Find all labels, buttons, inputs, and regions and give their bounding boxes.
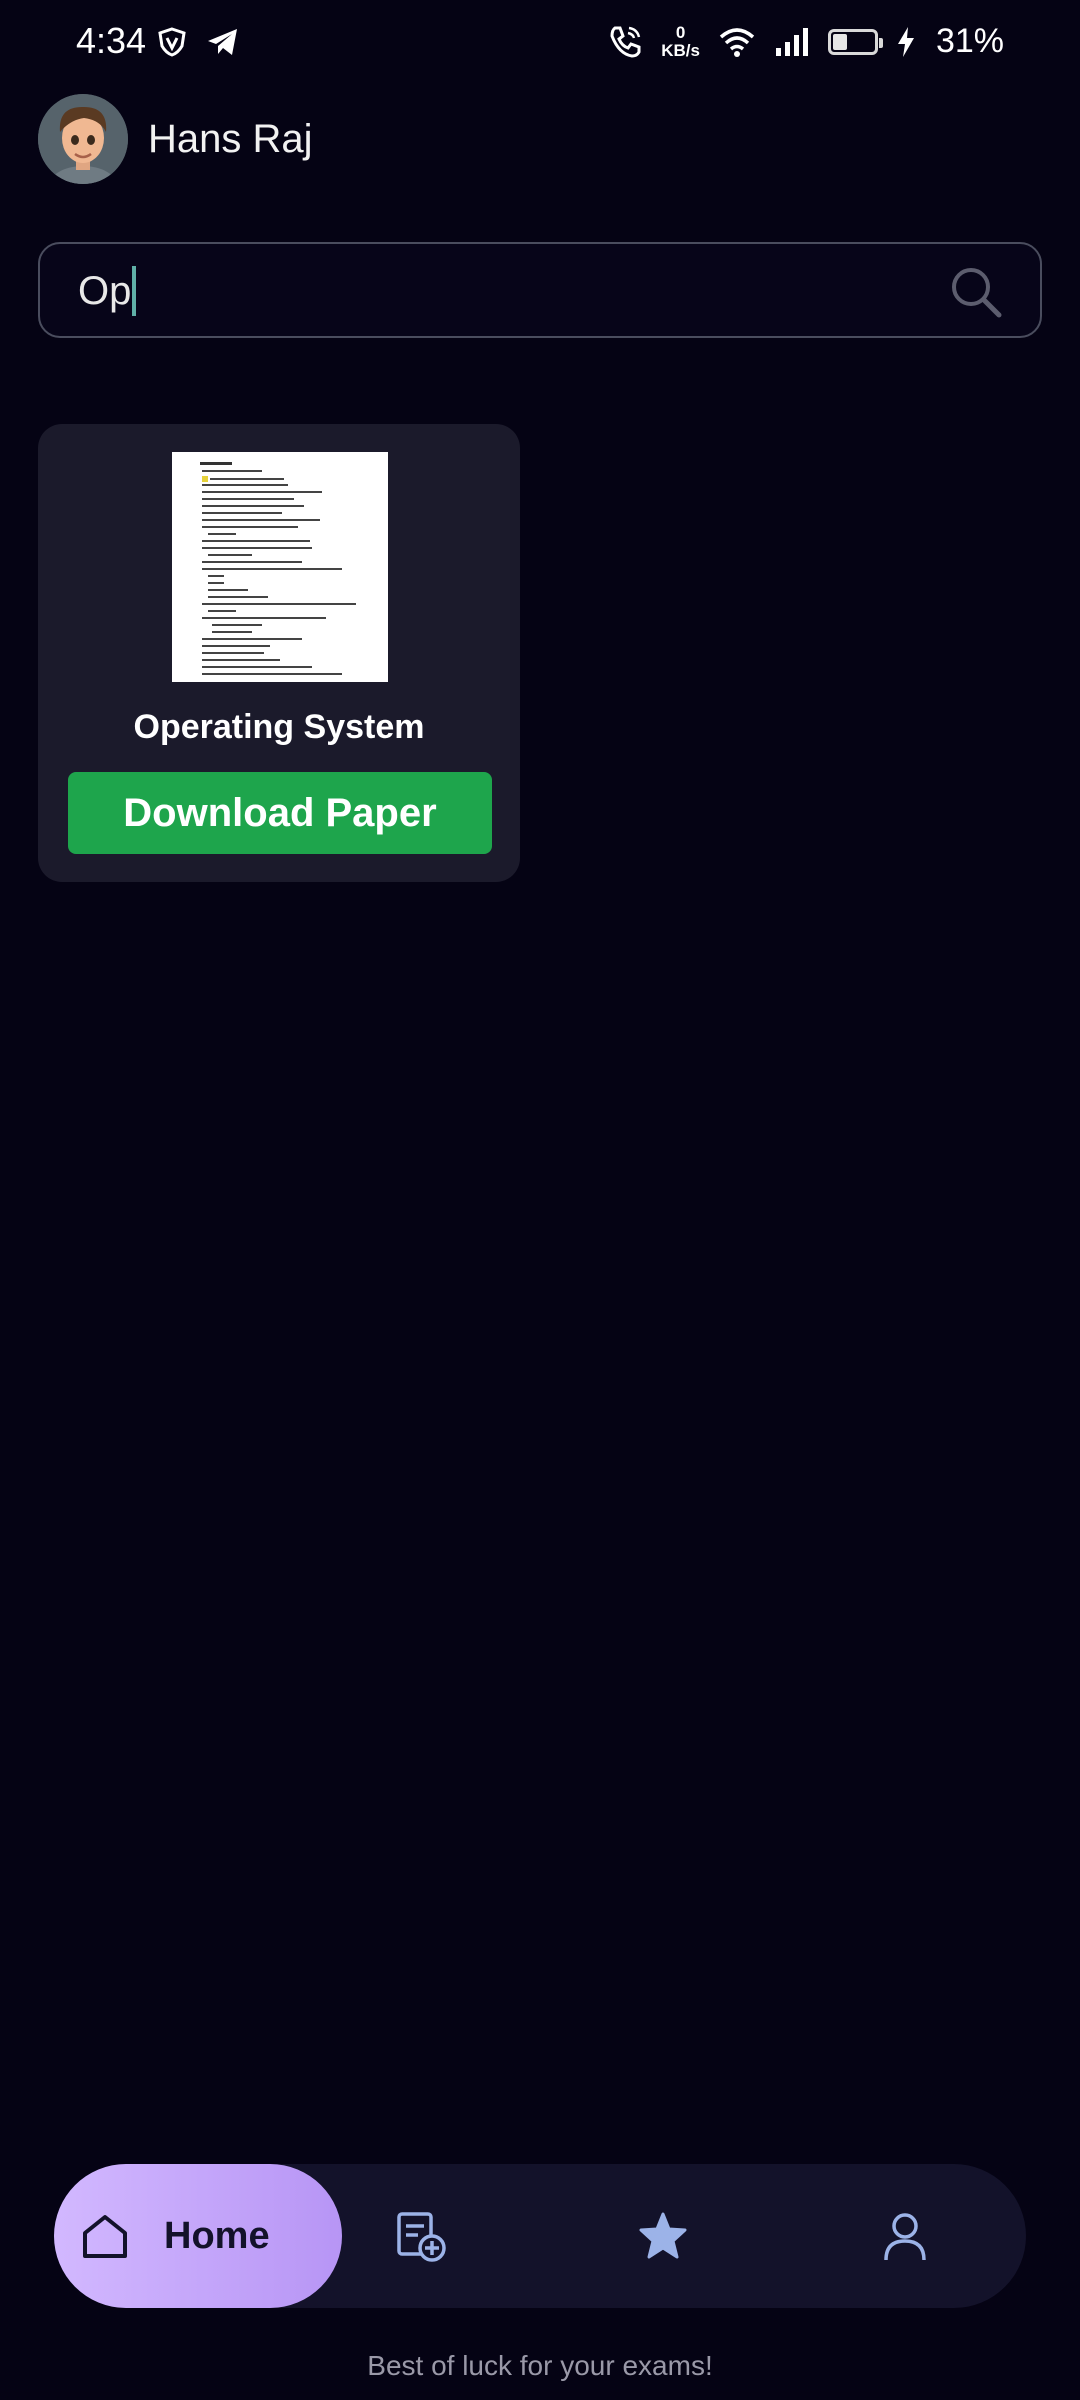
net-speed-indicator: 0 KB/s	[661, 22, 700, 60]
search-box[interactable]: Op	[38, 242, 1042, 338]
user-name: Hans Raj	[148, 116, 313, 161]
wifi-calling-icon	[610, 26, 641, 58]
add-paper-icon[interactable]	[394, 2210, 448, 2264]
telegram-icon	[208, 29, 237, 55]
paper-preview-image	[172, 452, 388, 682]
footer-message: Best of luck for your exams!	[367, 2350, 713, 2381]
profile-icon[interactable]	[878, 2210, 932, 2264]
text-caret	[132, 266, 137, 316]
home-icon	[83, 2215, 127, 2258]
nav-home-label: Home	[164, 2214, 270, 2257]
status-system-icons: 0 KB/s 31%	[607, 22, 1004, 61]
net-speed-unit: KB/s	[661, 40, 700, 60]
search-input-value: Op	[78, 268, 132, 313]
battery-fill	[832, 33, 847, 50]
bottom-nav: Home	[54, 2164, 1026, 2308]
vpn-shield-icon	[158, 27, 186, 57]
status-bar: 4:34 0 KB/s 31%	[0, 0, 1080, 90]
battery-icon	[827, 28, 883, 55]
download-paper-button[interactable]: Download Paper	[68, 772, 492, 854]
nav-home-tab[interactable]: Home	[54, 2164, 342, 2308]
signal-icon	[775, 27, 808, 56]
wifi-icon	[719, 27, 755, 57]
paper-card[interactable]: Operating System Download Paper	[38, 424, 520, 882]
battery-percent: 31%	[935, 22, 1004, 60]
status-notification-icons	[156, 26, 240, 58]
search-input[interactable]: Op	[78, 266, 137, 316]
star-icon[interactable]	[636, 2210, 690, 2264]
paper-thumbnail[interactable]	[172, 452, 388, 682]
status-time: 4:34	[76, 20, 147, 61]
avatar[interactable]	[38, 94, 128, 184]
paper-title: Operating System	[133, 708, 425, 746]
avatar-image	[38, 94, 128, 184]
net-speed-value: 0	[675, 22, 686, 42]
user-header: Hans Raj	[38, 94, 313, 184]
search-icon[interactable]	[948, 264, 1004, 320]
charging-bolt-icon	[897, 26, 914, 57]
